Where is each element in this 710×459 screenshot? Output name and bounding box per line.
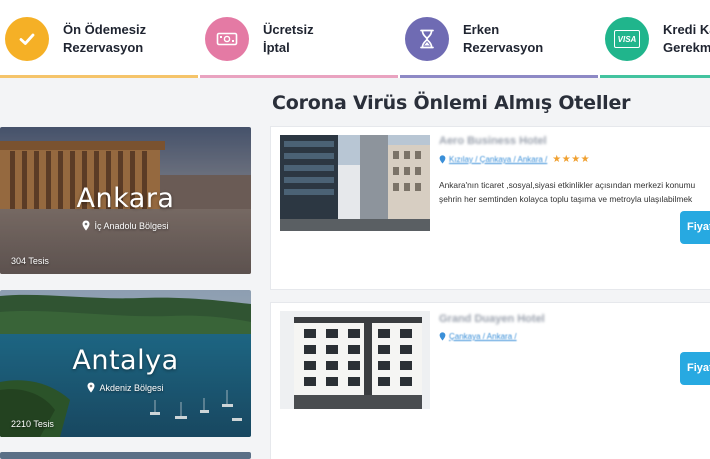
hotel-location-label[interactable]: Çankaya / Ankara / bbox=[449, 332, 517, 341]
features-bar: Ön Ödemesiz Rezervasyon Ücretsiz İptal E… bbox=[0, 0, 710, 78]
feature-no-credit-card: VISA Kredi Kartı Gerekmez bbox=[600, 0, 710, 78]
city-name: Antalya bbox=[72, 345, 179, 376]
hotel-description-line: şehrin her semtinden kolayca toplu taşım… bbox=[439, 194, 693, 204]
map-pin-icon bbox=[439, 155, 446, 164]
city-region: İç Anadolu Bölgesi bbox=[0, 220, 251, 231]
city-card-partial[interactable] bbox=[0, 452, 251, 459]
price-button[interactable]: Fiyat bbox=[680, 352, 710, 385]
city-name: Ankara bbox=[76, 183, 175, 214]
hotel-card[interactable]: Grand Duayen Hotel Çankaya / Ankara / Fi… bbox=[270, 302, 710, 459]
map-pin-icon bbox=[87, 382, 95, 393]
city-card-ankara[interactable]: Ankara İç Anadolu Bölgesi 304 Tesis bbox=[0, 127, 251, 274]
hotel-photo[interactable] bbox=[280, 135, 430, 231]
city-count: 304 Tesis bbox=[11, 256, 49, 266]
check-icon bbox=[5, 17, 49, 61]
city-region: Akdeniz Bölgesi bbox=[0, 382, 251, 393]
hotel-location[interactable]: Kızılay / Çankaya / Ankara / ★★★★ bbox=[439, 154, 590, 165]
city-card-antalya[interactable]: Antalya Akdeniz Bölgesi 2210 Tesis bbox=[0, 290, 251, 437]
hotel-photo[interactable] bbox=[280, 311, 430, 409]
city-region-label: Akdeniz Bölgesi bbox=[99, 382, 164, 393]
hotel-location-label[interactable]: Kızılay / Çankaya / Ankara / bbox=[449, 155, 547, 164]
money-icon bbox=[205, 17, 249, 61]
map-pin-icon bbox=[82, 220, 90, 231]
hotel-name[interactable]: Aero Business Hotel bbox=[439, 135, 547, 147]
hotel-location[interactable]: Çankaya / Ankara / bbox=[439, 332, 517, 341]
feature-early-booking: Erken Rezervasyon bbox=[400, 0, 600, 78]
feature-label: Kredi Kartı Gerekmez bbox=[663, 22, 710, 55]
feature-label: Ücretsiz İptal bbox=[263, 22, 314, 55]
hotel-description-line: Ankara'nın ticaret ,sosyal,siyasi etkinl… bbox=[439, 180, 696, 190]
feature-no-prepayment: Ön Ödemesiz Rezervasyon bbox=[0, 0, 200, 78]
city-region-label: İç Anadolu Bölgesi bbox=[94, 220, 169, 231]
star-rating: ★★★★ bbox=[552, 154, 591, 165]
hotel-card[interactable]: Aero Business Hotel Kızılay / Çankaya / … bbox=[270, 126, 710, 290]
feature-label: Ön Ödemesiz Rezervasyon bbox=[63, 22, 147, 55]
feature-label: Erken Rezervasyon bbox=[463, 22, 544, 55]
city-count: 2210 Tesis bbox=[11, 419, 54, 429]
map-pin-icon bbox=[439, 332, 446, 341]
hourglass-icon bbox=[405, 17, 449, 61]
feature-free-cancel: Ücretsiz İptal bbox=[200, 0, 400, 78]
visa-card-icon: VISA bbox=[605, 17, 649, 61]
price-button[interactable]: Fiyat bbox=[680, 211, 710, 244]
section-title: Corona Virüs Önlemi Almış Oteller bbox=[272, 92, 631, 114]
hotel-name[interactable]: Grand Duayen Hotel bbox=[439, 313, 545, 325]
